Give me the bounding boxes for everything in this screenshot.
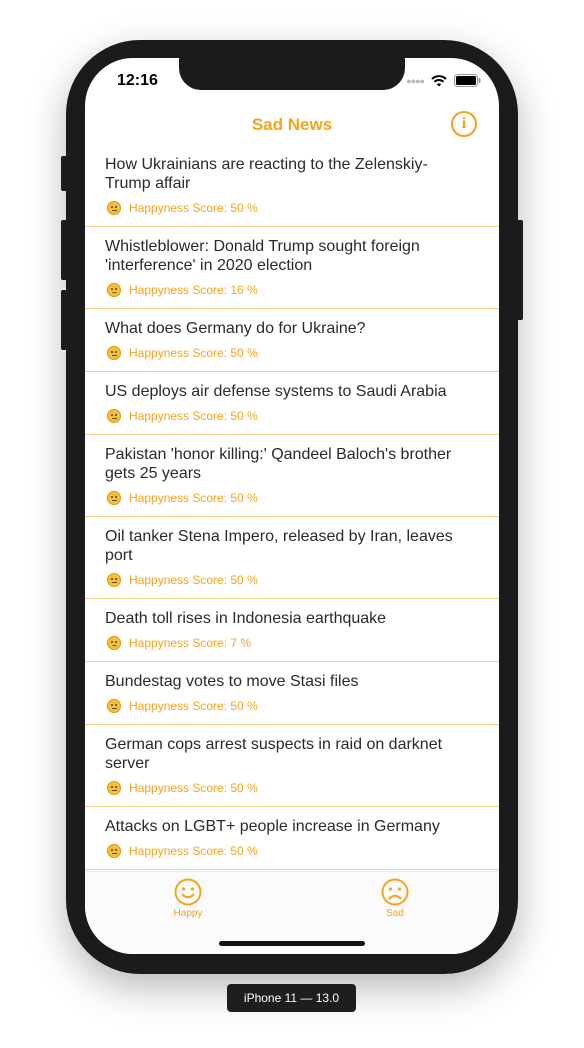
happyness-score: Happyness Score: 50 % [107,346,258,360]
news-title: Attacks on LGBT+ people increase in Germ… [105,818,440,835]
news-title: Bundestag votes to move Stasi files [105,673,359,690]
status-icons: ●●●● [406,74,481,87]
news-title: Oil tanker Stena Impero, released by Ira… [105,528,453,564]
news-row[interactable]: Oil tanker Stena Impero, released by Ira… [85,517,499,599]
tab-bar: Happy Sad [85,871,499,954]
news-title: Pakistan 'honor killing:' Qandeel Baloch… [105,446,452,482]
neutral-emoji-icon [107,346,121,360]
news-row[interactable]: What does Germany do for Ukraine? Happyne… [85,309,499,372]
neutral-emoji-icon [107,491,121,505]
neutral-emoji-icon [107,699,121,713]
sad-emoji-icon [107,636,121,650]
score-text: Happyness Score: 50 % [129,573,258,587]
score-text: Happyness Score: 50 % [129,781,258,795]
device-label: iPhone 11 — 13.0 [227,984,356,1012]
news-row[interactable]: Whistleblower: Donald Trump sought forei… [85,227,499,309]
neutral-emoji-icon [107,844,121,858]
news-title: Whistleblower: Donald Trump sought forei… [105,238,420,274]
wifi-icon [431,75,447,87]
volume-up-button [61,220,67,280]
neutral-emoji-icon [107,409,121,423]
news-title: What does Germany do for Ukraine? [105,320,366,337]
happyness-score: Happyness Score: 50 % [107,201,258,215]
score-text: Happyness Score: 50 % [129,844,258,858]
score-text: Happyness Score: 50 % [129,491,258,505]
score-text: Happyness Score: 50 % [129,699,258,713]
signal-icon: ●●●● [406,75,425,86]
notch [179,58,405,90]
score-text: Happyness Score: 16 % [129,283,258,297]
info-button[interactable]: i [451,111,477,137]
news-title: German cops arrest suspects in raid on d… [105,736,443,772]
neutral-emoji-icon [107,573,121,587]
score-text: Happyness Score: 50 % [129,201,258,215]
news-row[interactable]: US deploys air defense systems to Saudi … [85,372,499,435]
happyness-score: Happyness Score: 50 % [107,573,258,587]
tab-sad-label: Sad [386,908,404,919]
volume-down-button [61,290,67,350]
news-row[interactable]: How Ukrainians are reacting to the Zelen… [85,145,499,227]
tab-happy[interactable]: Happy [148,878,228,919]
tab-happy-label: Happy [173,908,203,919]
nav-title: Sad News [251,115,333,134]
home-indicator[interactable] [219,941,365,946]
happyness-score: Happyness Score: 7 % [107,636,251,650]
sad-face-icon [381,878,409,906]
screen: 12:16 ●●●● Sad News i How Ukrainians are… [85,58,499,954]
news-row[interactable]: German cops arrest suspects in raid on d… [85,725,499,807]
news-title: US deploys air defense systems to Saudi … [105,383,447,400]
status-time: 12:16 [117,72,158,89]
neutral-emoji-icon [107,781,121,795]
news-row[interactable]: Bundestag votes to move Stasi files Happy… [85,662,499,725]
info-icon: i [461,115,467,132]
news-row[interactable]: Attacks on LGBT+ people increase in Germ… [85,807,499,870]
score-text: Happyness Score: 7 % [129,636,252,650]
power-button [517,220,523,320]
neutral-emoji-icon [107,201,121,215]
news-row[interactable]: Death toll rises in Indonesia earthquake… [85,599,499,662]
score-text: Happyness Score: 50 % [129,409,258,423]
score-text: Happyness Score: 50 % [129,346,258,360]
happyness-score: Happyness Score: 50 % [107,409,258,423]
happyness-score: Happyness Score: 50 % [107,699,258,713]
news-title: Death toll rises in Indonesia earthquake [105,610,387,627]
happy-face-icon [174,878,202,906]
tab-sad[interactable]: Sad [355,878,435,919]
happyness-score: Happyness Score: 50 % [107,491,258,505]
news-title: How Ukrainians are reacting to the Zelen… [105,156,428,192]
sad-emoji-icon [107,283,121,297]
happyness-score: Happyness Score: 16 % [107,283,258,297]
news-list[interactable]: How Ukrainians are reacting to the Zelen… [85,145,499,870]
battery-icon [454,74,481,87]
mute-switch [61,156,67,191]
happyness-score: Happyness Score: 50 % [107,844,258,858]
happyness-score: Happyness Score: 50 % [107,781,258,795]
news-row[interactable]: Pakistan 'honor killing:' Qandeel Baloch… [85,435,499,517]
